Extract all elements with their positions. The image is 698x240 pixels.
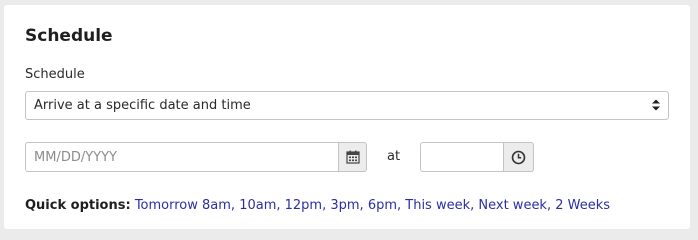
quick-option-separator: , [546, 198, 556, 213]
sort-caret-icon [652, 99, 660, 111]
date-input[interactable] [25, 142, 338, 172]
schedule-select[interactable]: Arrive at a specific date and time [25, 91, 669, 120]
calendar-icon [346, 150, 360, 164]
clock-icon [511, 150, 526, 165]
at-label: at [387, 149, 401, 164]
schedule-field-label: Schedule [25, 67, 85, 82]
quick-option-6pm[interactable]: 6pm [368, 198, 397, 213]
quick-option-separator: , [230, 198, 240, 213]
clock-button[interactable] [503, 142, 534, 172]
time-input[interactable] [420, 142, 503, 172]
schedule-select-value: Arrive at a specific date and time [34, 98, 251, 113]
calendar-button[interactable] [338, 142, 367, 172]
quick-option-this-week[interactable]: This week [405, 198, 470, 213]
quick-option-2-weeks[interactable]: 2 Weeks [555, 198, 610, 213]
schedule-panel: Schedule Schedule Arrive at a specific d… [4, 5, 690, 229]
quick-option-next-week[interactable]: Next week [478, 198, 547, 213]
quick-option-12pm[interactable]: 12pm [285, 198, 322, 213]
quick-option-10am[interactable]: 10am [239, 198, 276, 213]
quick-option-tomorrow-8am[interactable]: Tomorrow 8am [135, 198, 231, 213]
section-title: Schedule [25, 26, 113, 46]
quick-options: Quick options: Tomorrow 8am, 10am, 12pm,… [25, 198, 610, 213]
quick-option-separator: , [359, 198, 368, 213]
quick-option-separator: , [276, 198, 285, 213]
quick-option-3pm[interactable]: 3pm [330, 198, 359, 213]
quick-options-label: Quick options: [25, 198, 131, 213]
